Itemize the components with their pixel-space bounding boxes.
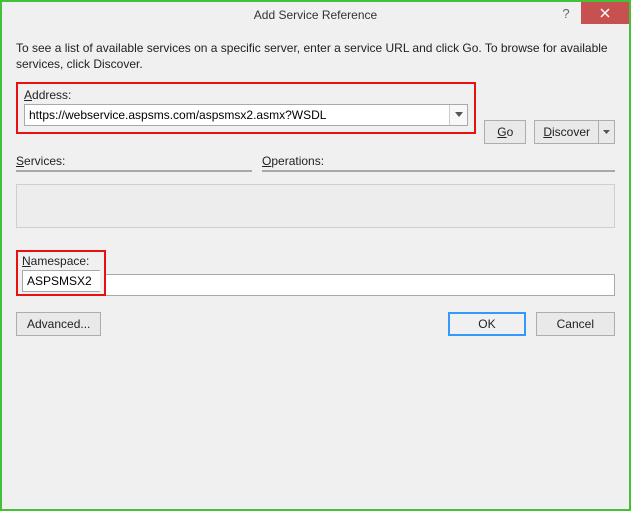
address-dropdown-button[interactable] xyxy=(449,105,467,125)
close-icon xyxy=(600,8,610,18)
discover-button[interactable]: DiscoverDiscover xyxy=(534,120,599,144)
services-column: Services: xyxy=(16,154,252,172)
address-label: Address: xyxy=(24,88,468,102)
ok-button[interactable]: OK xyxy=(448,312,525,336)
operations-column: Operations: xyxy=(262,154,615,172)
namespace-highlight: Namespace: xyxy=(16,250,106,296)
address-input[interactable] xyxy=(25,105,449,125)
namespace-label: Namespace: xyxy=(22,254,100,268)
help-button[interactable]: ? xyxy=(551,2,581,24)
namespace-row: Namespace: xyxy=(16,250,615,296)
go-button[interactable]: GGoo xyxy=(484,120,526,144)
window-title: Add Service Reference xyxy=(2,8,629,22)
lists-row: Services: Operations: xyxy=(16,154,615,172)
close-button[interactable] xyxy=(581,2,629,24)
chevron-down-icon xyxy=(455,112,463,118)
intro-text: To see a list of available services on a… xyxy=(16,40,615,72)
dialog-buttons: Advanced... OK Cancel xyxy=(16,312,615,336)
titlebar: Add Service Reference ? xyxy=(2,2,629,28)
chevron-down-icon xyxy=(603,130,610,135)
cancel-button[interactable]: Cancel xyxy=(536,312,615,336)
address-row: Address: GGoo DiscoverDiscover xyxy=(16,82,615,144)
dialog-content: To see a list of available services on a… xyxy=(2,28,629,509)
services-label: Services: xyxy=(16,154,252,168)
operations-list[interactable] xyxy=(262,170,615,172)
dialog-window: Add Service Reference ? To see a list of… xyxy=(0,0,631,511)
status-area xyxy=(16,184,615,228)
operations-label: Operations: xyxy=(262,154,615,168)
services-list[interactable] xyxy=(16,170,252,172)
namespace-input-right[interactable] xyxy=(106,274,615,296)
titlebar-buttons: ? xyxy=(551,2,629,24)
advanced-button[interactable]: Advanced... xyxy=(16,312,101,336)
discover-split-button[interactable]: DiscoverDiscover xyxy=(534,120,615,144)
namespace-input-left[interactable] xyxy=(22,270,100,292)
address-highlight: Address: xyxy=(16,82,476,134)
discover-dropdown[interactable] xyxy=(599,120,615,144)
address-combo[interactable] xyxy=(24,104,468,126)
